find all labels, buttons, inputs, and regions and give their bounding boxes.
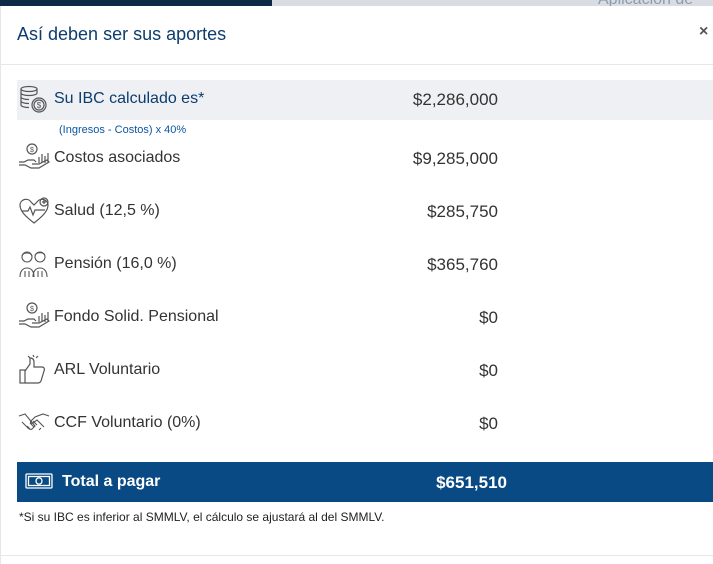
row-label: CCF Voluntario (0%) [54,414,201,431]
total-row: Total a pagar $651,510 [17,462,713,502]
row-pension: Pensión (16,0 %) $365,760 [17,245,713,285]
handshake-icon [18,413,50,431]
row-label: ARL Voluntario [54,361,161,378]
row-ccf-voluntario: CCF Voluntario (0%) $0 [17,404,713,444]
money-hand-icon: $ [19,302,50,328]
row-label: Pensión (16,0 %) [54,255,177,272]
row-costos-asociados: $ Costos asociados $9,285,000 [17,139,713,179]
row-label: Salud (12,5 %) [54,202,160,219]
row-amount: $285,750 [427,202,498,221]
row-amount: $0 [479,308,498,327]
ibc-formula: (Ingresos - Costos) x 40% [59,124,187,136]
coins-icon: $ [20,85,47,113]
thumbs-up-icon [19,354,45,384]
elderly-couple-icon [19,251,48,278]
row-fondo-solid-pensional: $ Fondo Solid. Pensional $0 [17,298,713,338]
row-label: Costos asociados [54,149,181,166]
svg-text:$: $ [30,147,34,154]
modal-footer-divider [1,555,713,556]
banknote-icon [25,473,53,489]
modal-header: Así deben ser sus aportes × [1,6,713,65]
total-label: Total a pagar [62,473,161,490]
row-salud: Salud (12,5 %) $285,750 [17,192,713,232]
modal-title: Así deben ser sus aportes [17,24,227,44]
footnote: *Si su IBC es inferior al SMMLV, el cálc… [19,510,385,524]
row-arl-voluntario: ARL Voluntario $0 [17,351,713,391]
contributions-modal: Así deben ser sus aportes × $ Su IBC cal… [0,6,713,564]
total-amount: $651,510 [436,473,507,492]
heart-pulse-icon [19,197,49,224]
close-button[interactable]: × [699,23,708,41]
row-amount: $9,285,000 [412,149,498,168]
row-amount: $365,760 [427,255,498,274]
row-label: Fondo Solid. Pensional [54,308,219,325]
row-amount: $0 [479,361,498,380]
ibc-amount: $2,286,000 [412,90,498,109]
ibc-row: $ Su IBC calculado es* $2,286,000 [17,80,713,120]
svg-text:$: $ [37,101,42,110]
svg-text:$: $ [30,306,34,313]
row-amount: $0 [479,414,498,433]
ibc-label: Su IBC calculado es* [54,90,205,107]
money-hand-icon: $ [19,143,50,169]
